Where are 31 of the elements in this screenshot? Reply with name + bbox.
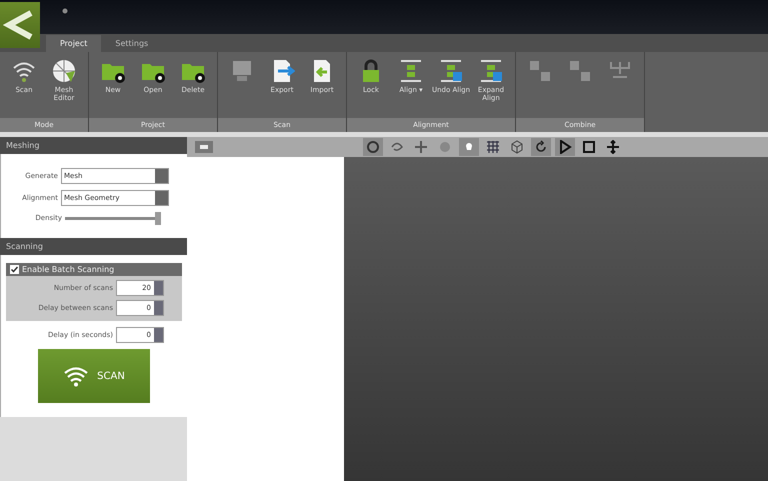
batch-scanning-checkbox[interactable]: Enable Batch Scanning [6,263,182,276]
ribbon-tab[interactable]: Project [46,35,102,52]
quick-access-icon[interactable] [62,8,68,14]
stop-icon [582,140,596,154]
wifi-icon [63,365,90,387]
logo-icon[interactable] [0,2,40,48]
align-icon [438,58,464,84]
ribbon-tab[interactable]: Settings [101,35,162,52]
dot-icon [438,140,452,154]
panel-header: Scanning [0,238,187,255]
squares-icon [567,58,593,84]
toolbar-button[interactable] [531,138,551,156]
align-icon [398,58,424,84]
lasso-icon [390,140,404,154]
plus-icon [414,140,428,154]
toolbar-button[interactable] [363,138,383,156]
density-slider[interactable] [65,212,161,224]
rotate-icon [534,140,548,154]
toolbar-icon[interactable] [195,141,213,153]
globe-icon [51,58,77,84]
panel-header: Meshing [0,137,187,154]
align-icon [478,58,504,84]
cube-icon [510,140,524,154]
grid-icon [486,140,500,154]
circle-icon [366,140,380,154]
toolbar-button[interactable] [555,138,575,156]
move-icon [606,140,620,154]
play-icon [558,140,572,154]
scan-button[interactable]: SCAN [38,349,150,403]
check-icon [10,265,19,274]
squares-icon [527,58,553,84]
